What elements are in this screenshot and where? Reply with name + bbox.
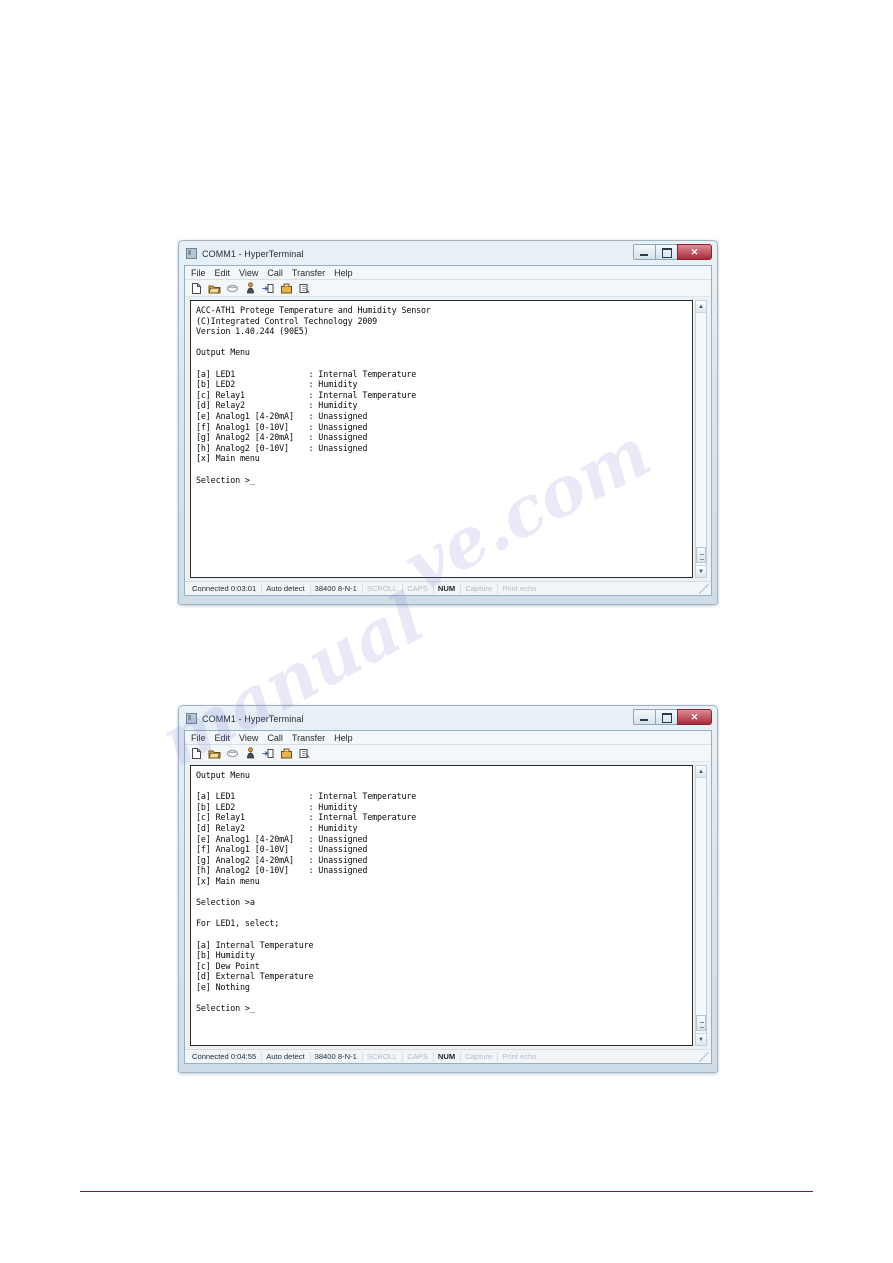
restore-button[interactable] <box>655 244 678 260</box>
status-scroll: SCROLL <box>366 1052 398 1061</box>
resize-grip-icon[interactable] <box>699 1051 709 1062</box>
status-settings: 38400 8-N-1 <box>314 1052 357 1061</box>
window-title: COMM1 - HyperTerminal <box>202 713 304 724</box>
disconnect-icon[interactable] <box>226 282 239 295</box>
scroll-thumb[interactable] <box>696 1015 706 1031</box>
call-icon[interactable] <box>244 746 257 760</box>
open-icon[interactable] <box>208 747 221 760</box>
menu-item-view[interactable]: View <box>239 733 258 743</box>
status-print-echo: Print echo <box>502 1052 537 1061</box>
window-controls[interactable]: ✕ <box>633 709 712 725</box>
menu-item-transfer[interactable]: Transfer <box>292 268 325 278</box>
window-title: COMM1 - HyperTerminal <box>202 248 304 259</box>
call-icon[interactable] <box>244 281 257 295</box>
status-connected: Connected 0:03:01 <box>192 584 257 593</box>
menu-bar[interactable]: File Edit View Call Transfer Help <box>185 266 711 280</box>
status-caps: CAPS <box>407 1052 428 1061</box>
status-detect: Auto detect <box>266 584 305 593</box>
terminal-scrollbar[interactable]: ▲ ▼ <box>695 765 707 1046</box>
menu-item-help[interactable]: Help <box>334 733 353 743</box>
menu-item-view[interactable]: View <box>239 268 258 278</box>
terminal-region: ACC-ATH1 Protege Temperature and Humidit… <box>185 297 711 581</box>
window-controls[interactable]: ✕ <box>633 244 712 260</box>
properties-icon[interactable] <box>298 747 311 760</box>
menu-item-edit[interactable]: Edit <box>215 268 231 278</box>
send-file-icon[interactable] <box>262 282 275 295</box>
status-settings: 38400 8-N-1 <box>314 584 357 593</box>
scroll-track[interactable] <box>696 313 706 565</box>
terminal-output[interactable]: ACC-ATH1 Protege Temperature and Humidit… <box>190 300 693 578</box>
menu-item-call[interactable]: Call <box>267 733 283 743</box>
status-capture: Capture <box>465 1052 493 1061</box>
window-client-area: File Edit View Call Transfer Help <box>184 265 712 596</box>
scroll-up-icon[interactable]: ▲ <box>696 301 706 313</box>
minimize-button[interactable] <box>633 709 656 725</box>
menu-item-file[interactable]: File <box>191 268 206 278</box>
scroll-thumb[interactable] <box>696 547 706 563</box>
status-caps: CAPS <box>407 584 428 593</box>
send-file-icon[interactable] <box>262 747 275 760</box>
status-num: NUM <box>437 584 456 593</box>
close-button[interactable]: ✕ <box>677 244 712 260</box>
status-capture: Capture <box>465 584 493 593</box>
footer-rule <box>80 1191 813 1192</box>
resize-grip-icon[interactable] <box>699 583 709 594</box>
new-icon[interactable] <box>190 747 203 760</box>
tool-bar[interactable] <box>185 745 711 762</box>
terminal-region: Output Menu [a] LED1 : Internal Temperat… <box>185 762 711 1049</box>
new-icon[interactable] <box>190 282 203 295</box>
restore-button[interactable] <box>655 709 678 725</box>
menu-item-transfer[interactable]: Transfer <box>292 733 325 743</box>
menu-bar[interactable]: File Edit View Call Transfer Help <box>185 731 711 745</box>
terminal-output[interactable]: Output Menu [a] LED1 : Internal Temperat… <box>190 765 693 1046</box>
status-num: NUM <box>437 1052 456 1061</box>
hyperterminal-window-1[interactable]: COMM1 - HyperTerminal ✕ File Edit View C… <box>178 240 718 605</box>
status-connected: Connected 0:04:55 <box>192 1052 257 1061</box>
status-bar: Connected 0:03:01 Auto detect 38400 8-N-… <box>185 581 711 595</box>
menu-item-call[interactable]: Call <box>267 268 283 278</box>
title-bar[interactable]: COMM1 - HyperTerminal ✕ <box>184 244 712 262</box>
status-scroll: SCROLL <box>366 584 398 593</box>
scroll-down-icon[interactable]: ▼ <box>696 1033 706 1045</box>
status-bar: Connected 0:04:55 Auto detect 38400 8-N-… <box>185 1049 711 1063</box>
properties-icon[interactable] <box>298 282 311 295</box>
scroll-down-icon[interactable]: ▼ <box>696 565 706 577</box>
minimize-button[interactable] <box>633 244 656 260</box>
app-icon <box>186 713 197 724</box>
title-bar[interactable]: COMM1 - HyperTerminal ✕ <box>184 709 712 727</box>
menu-item-edit[interactable]: Edit <box>215 733 231 743</box>
close-button[interactable]: ✕ <box>677 709 712 725</box>
tool-bar[interactable] <box>185 280 711 297</box>
receive-file-icon[interactable] <box>280 282 293 295</box>
receive-file-icon[interactable] <box>280 747 293 760</box>
menu-item-file[interactable]: File <box>191 733 206 743</box>
status-print-echo: Print echo <box>502 584 537 593</box>
terminal-scrollbar[interactable]: ▲ ▼ <box>695 300 707 578</box>
disconnect-icon[interactable] <box>226 747 239 760</box>
scroll-up-icon[interactable]: ▲ <box>696 766 706 778</box>
open-icon[interactable] <box>208 282 221 295</box>
status-detect: Auto detect <box>266 1052 305 1061</box>
window-client-area: File Edit View Call Transfer Help <box>184 730 712 1064</box>
scroll-track[interactable] <box>696 778 706 1033</box>
menu-item-help[interactable]: Help <box>334 268 353 278</box>
hyperterminal-window-2[interactable]: COMM1 - HyperTerminal ✕ File Edit View C… <box>178 705 718 1073</box>
app-icon <box>186 248 197 259</box>
